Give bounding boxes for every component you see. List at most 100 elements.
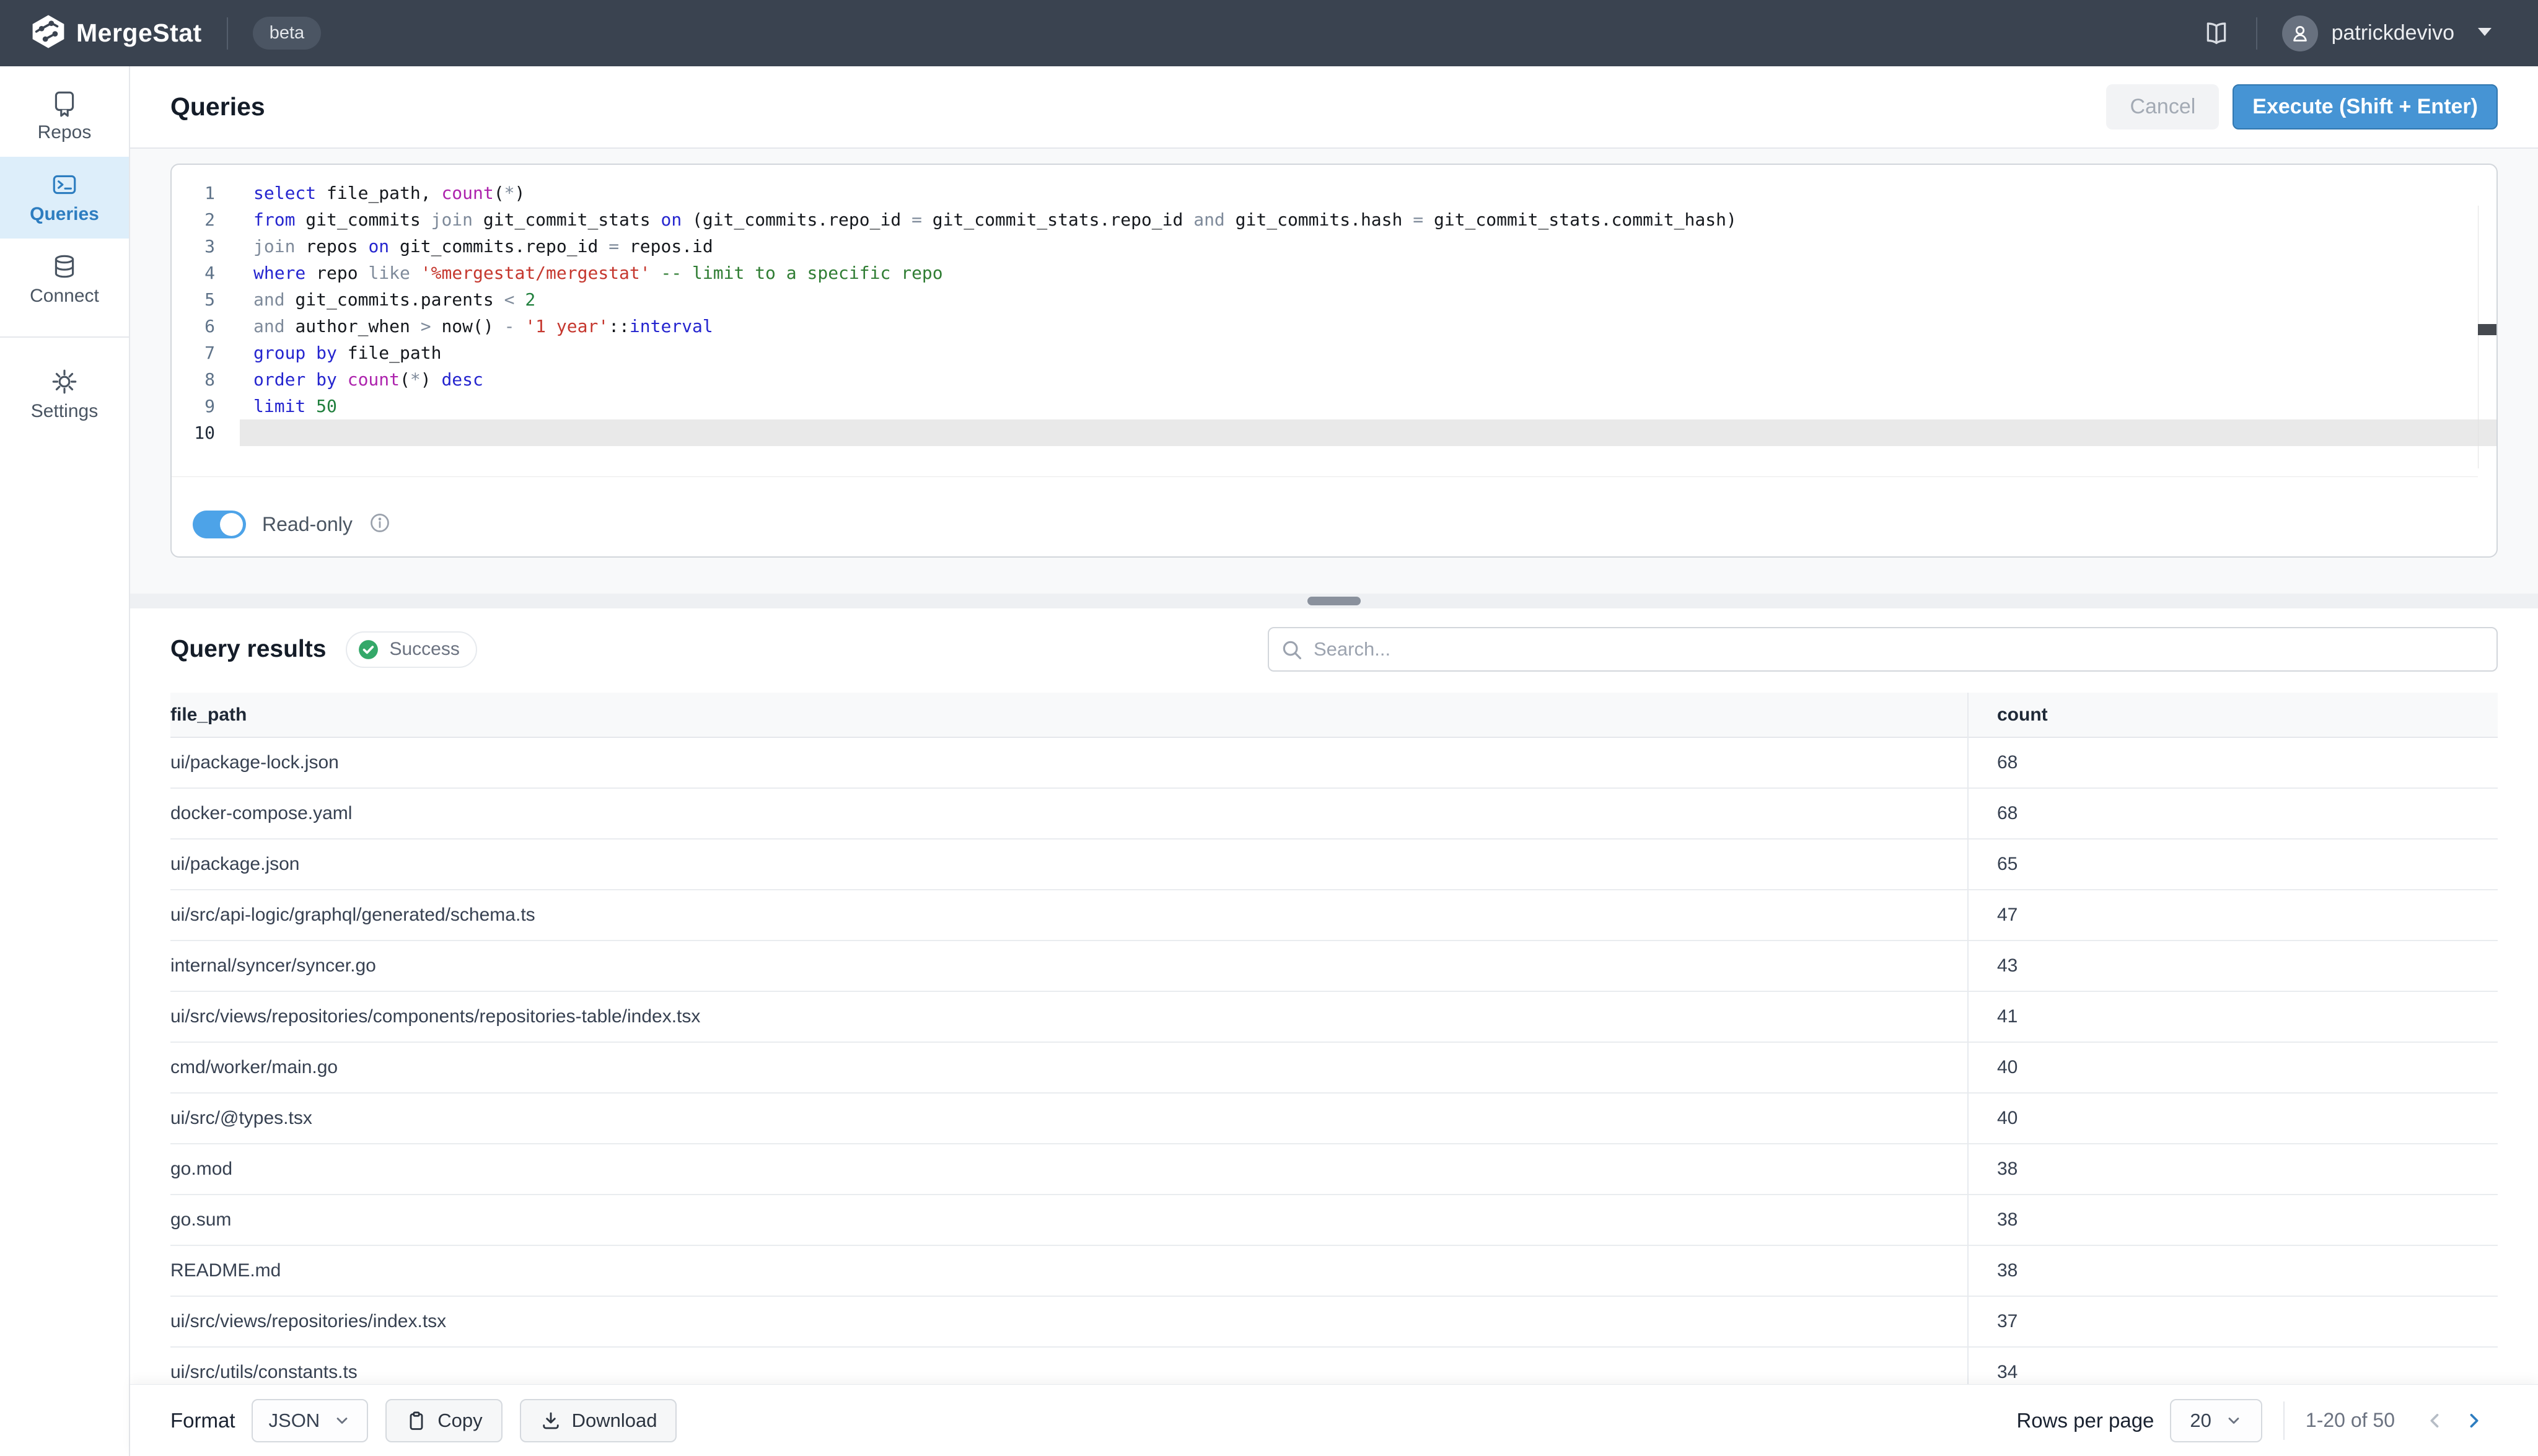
cell-count: 41 (1967, 1006, 2498, 1027)
readonly-toggle[interactable] (193, 511, 246, 538)
mergestat-app: MergeStat beta patrickdevivo ReposQuerie… (0, 0, 2538, 1456)
database-icon (50, 252, 79, 281)
cell-count: 43 (1967, 955, 2498, 976)
code-line-2[interactable]: 2from git_commits join git_commit_stats … (172, 206, 2496, 233)
table-row: ui/src/api-logic/graphql/generated/schem… (170, 890, 2498, 941)
code-line-3[interactable]: 3join repos on git_commits.repo_id = rep… (172, 233, 2496, 260)
line-number: 3 (172, 236, 240, 257)
line-number: 9 (172, 396, 240, 416)
sidebar-item-queries[interactable]: Queries (0, 157, 129, 239)
status-badge-label: Success (389, 639, 459, 660)
chevron-down-icon (2225, 1412, 2242, 1429)
line-number: 8 (172, 369, 240, 390)
gear-icon (50, 367, 79, 396)
pagination-divider (2283, 1401, 2285, 1440)
code-line-5[interactable]: 5and git_commits.parents < 2 (172, 286, 2496, 313)
cell-count: 40 (1967, 1057, 2498, 1078)
topbar-divider-2 (2256, 17, 2257, 50)
code-line-10[interactable]: 10 (172, 419, 2496, 446)
cell-count: 34 (1967, 1362, 2498, 1383)
cell-file-path: docker-compose.yaml (170, 803, 1967, 824)
rows-per-page-select[interactable]: 20 (2170, 1399, 2262, 1442)
editor-section: 1select file_path, count(*)2from git_com… (130, 149, 2538, 594)
column-header-file-path: file_path (170, 704, 1967, 726)
cell-file-path: ui/src/utils/constants.ts (170, 1362, 1967, 1383)
rows-per-page-value: 20 (2190, 1410, 2211, 1432)
results-title: Query results (170, 636, 326, 663)
line-code: limit 50 (240, 396, 2496, 416)
download-button[interactable]: Download (520, 1399, 677, 1442)
table-header-row: file_pathcount (170, 693, 2498, 738)
cell-count: 40 (1967, 1108, 2498, 1129)
cell-count: 37 (1967, 1311, 2498, 1332)
sidebar-item-settings[interactable]: Settings (0, 354, 129, 436)
mergestat-logo-icon (30, 14, 66, 53)
next-page-button[interactable] (2454, 1410, 2493, 1431)
cell-file-path: ui/src/views/repositories/components/rep… (170, 1006, 1967, 1027)
sidebar-item-label: Repos (38, 122, 92, 143)
info-icon[interactable] (369, 512, 391, 537)
cell-file-path: ui/src/views/repositories/index.tsx (170, 1311, 1967, 1332)
table-body: ui/package-lock.json68docker-compose.yam… (170, 738, 2498, 1384)
page-range: 1-20 of 50 (2306, 1409, 2395, 1432)
resize-handle[interactable] (1307, 597, 1361, 605)
code-line-1[interactable]: 1select file_path, count(*) (172, 180, 2496, 206)
topbar-right: patrickdevivo (2202, 15, 2493, 51)
line-code: select file_path, count(*) (240, 183, 2496, 203)
line-code (240, 419, 2496, 446)
brand[interactable]: MergeStat (30, 14, 202, 53)
sidebar-item-repos[interactable]: Repos (0, 75, 129, 157)
editor-vscrollbar-thumb[interactable] (2478, 324, 2496, 335)
code-editor-area[interactable]: 1select file_path, count(*)2from git_com… (172, 165, 2496, 492)
chevron-right-icon (2463, 1410, 2484, 1431)
line-number: 6 (172, 316, 240, 336)
search-box (1268, 627, 2498, 672)
table-row: go.sum38 (170, 1195, 2498, 1246)
code-line-7[interactable]: 7group by file_path (172, 340, 2496, 366)
table-row: ui/src/views/repositories/index.tsx37 (170, 1297, 2498, 1348)
line-code: from git_commits join git_commit_stats o… (240, 209, 2496, 230)
avatar[interactable] (2282, 15, 2318, 51)
cell-file-path: cmd/worker/main.go (170, 1057, 1967, 1078)
results-footer: Format JSON Copy Download Rows per page … (130, 1384, 2538, 1456)
username[interactable]: patrickdevivo (2332, 21, 2454, 45)
main-area: Queries Cancel Execute (Shift + Enter) 1… (130, 66, 2538, 1456)
sidebar-item-label: Connect (30, 286, 99, 307)
table-row: ui/src/views/repositories/components/rep… (170, 992, 2498, 1043)
code-line-9[interactable]: 9limit 50 (172, 393, 2496, 419)
page-header: Queries Cancel Execute (Shift + Enter) (130, 66, 2538, 149)
readonly-label: Read-only (262, 513, 353, 536)
check-circle-icon (357, 638, 380, 661)
column-divider (1967, 693, 1969, 1384)
editor-hscrollbar[interactable] (172, 476, 2478, 477)
cell-count: 65 (1967, 854, 2498, 875)
code-line-4[interactable]: 4where repo like '%mergestat/mergestat' … (172, 260, 2496, 286)
code-line-6[interactable]: 6and author_when > now() - '1 year'::int… (172, 313, 2496, 340)
code-lines: 1select file_path, count(*)2from git_com… (172, 180, 2496, 446)
cell-count: 38 (1967, 1209, 2498, 1230)
execute-button[interactable]: Execute (Shift + Enter) (2233, 84, 2498, 129)
readonly-row: Read-only (172, 492, 2496, 556)
search-input[interactable] (1268, 627, 2498, 672)
user-caret-down-icon[interactable] (2477, 26, 2493, 40)
code-line-8[interactable]: 8order by count(*) desc (172, 366, 2496, 393)
sidebar-item-label: Settings (31, 401, 98, 422)
cell-count: 38 (1967, 1260, 2498, 1281)
cancel-button[interactable]: Cancel (2106, 84, 2219, 129)
topbar-divider (227, 17, 228, 50)
cell-file-path: ui/package.json (170, 854, 1967, 875)
cell-count: 38 (1967, 1159, 2498, 1180)
status-badge: Success (346, 631, 476, 668)
editor-vscrollbar[interactable] (2478, 206, 2496, 468)
sidebar-item-connect[interactable]: Connect (0, 239, 129, 320)
table-row: ui/package.json65 (170, 840, 2498, 890)
table-row: internal/syncer/syncer.go43 (170, 941, 2498, 992)
line-number: 4 (172, 263, 240, 283)
line-number: 1 (172, 183, 240, 203)
clipboard-icon (405, 1410, 428, 1432)
copy-button[interactable]: Copy (385, 1399, 502, 1442)
prev-page-button[interactable] (2416, 1410, 2454, 1431)
format-select[interactable]: JSON (252, 1399, 369, 1442)
line-number: 5 (172, 289, 240, 310)
docs-book-icon[interactable] (2202, 19, 2231, 48)
